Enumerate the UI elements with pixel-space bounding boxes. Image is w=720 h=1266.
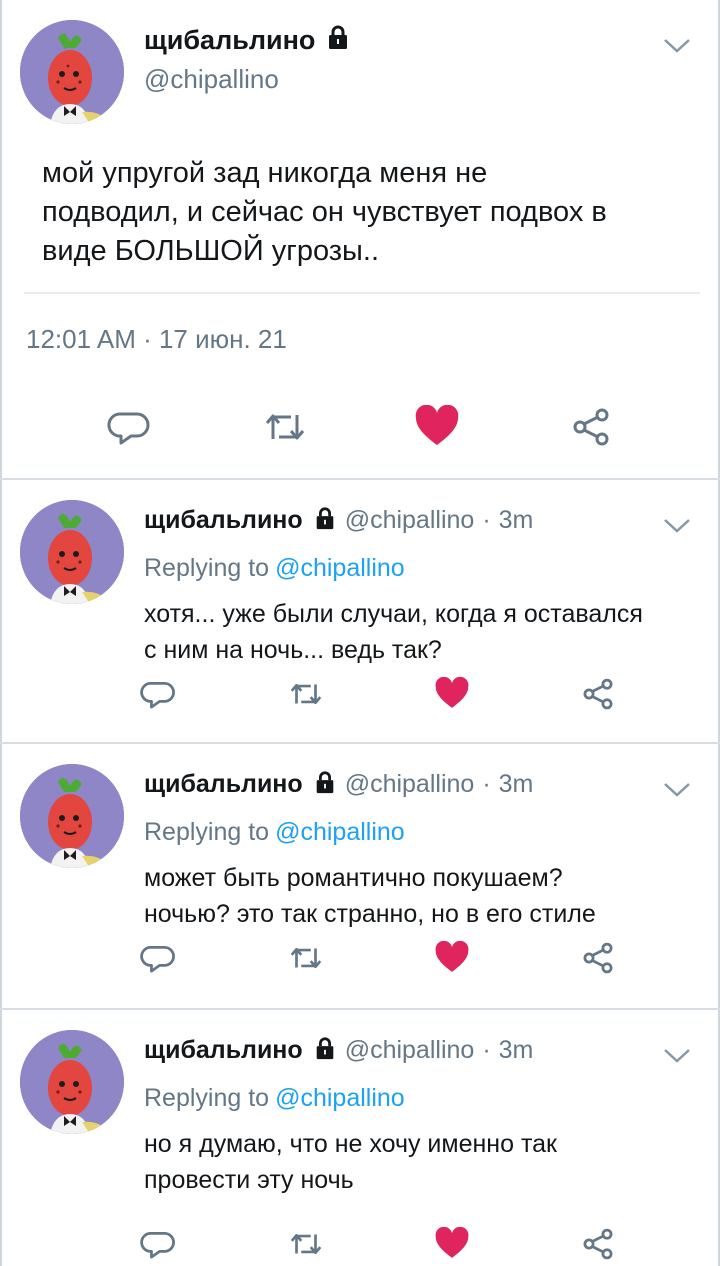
chevron-down-icon[interactable] bbox=[662, 1046, 692, 1066]
replying-to: Replying to @chipallino bbox=[144, 818, 405, 847]
lock-icon bbox=[313, 770, 337, 799]
reply-icon bbox=[107, 412, 150, 445]
display-name[interactable]: щибальлино bbox=[144, 25, 315, 56]
retweet-icon bbox=[290, 683, 322, 705]
display-name[interactable]: щибальлино bbox=[144, 770, 303, 799]
reply-header: щибальлино @chipallino · 3m bbox=[144, 506, 533, 535]
reply-header: щибальлино @chipallino · 3m bbox=[144, 770, 533, 799]
reply-tweet[interactable]: щибальлино @chipallino · 3m Replying to @… bbox=[0, 480, 720, 744]
mention-link[interactable]: @chipallino bbox=[275, 1084, 405, 1112]
reply-time[interactable]: 3m bbox=[499, 1036, 534, 1065]
avatar-onion-character-image bbox=[20, 764, 124, 868]
like-button[interactable] bbox=[432, 938, 472, 978]
user-handle[interactable]: @chipallino bbox=[345, 770, 475, 799]
chevron-down-icon[interactable] bbox=[662, 36, 692, 56]
share-button[interactable] bbox=[578, 1224, 618, 1264]
tweet-text: мой упругой зад никогда меня не подводил… bbox=[42, 157, 607, 267]
user-handle[interactable]: @chipallino bbox=[144, 64, 279, 95]
reply-button[interactable] bbox=[138, 1224, 178, 1264]
reply-tweet[interactable]: щибальлино @chipallino · 3m Replying to @… bbox=[0, 744, 720, 1010]
replying-prefix: Replying to bbox=[144, 1084, 270, 1112]
replying-to: Replying to @chipallino bbox=[144, 554, 405, 583]
share-icon bbox=[583, 942, 613, 974]
heart-icon bbox=[435, 677, 469, 708]
divider bbox=[24, 292, 700, 294]
reply-tweet[interactable]: щибальлино @chipallino · 3m Replying to @… bbox=[0, 1010, 720, 1266]
reply-icon bbox=[140, 945, 175, 973]
retweet-icon bbox=[265, 414, 305, 440]
heart-icon bbox=[415, 405, 459, 445]
user-handle[interactable]: @chipallino bbox=[345, 1036, 475, 1065]
reply-header: щибальлино @chipallino · 3m bbox=[144, 1036, 533, 1065]
tweet-text: но я думаю, что не хочу именно так прове… bbox=[144, 1130, 557, 1194]
heart-icon bbox=[435, 1227, 469, 1258]
replying-prefix: Replying to bbox=[144, 818, 270, 846]
retweet-icon bbox=[290, 1233, 322, 1255]
share-button[interactable] bbox=[566, 402, 616, 452]
avatar[interactable] bbox=[20, 764, 124, 868]
avatar[interactable] bbox=[20, 20, 124, 124]
separator-dot: · bbox=[482, 1036, 491, 1064]
avatar-onion-character-image bbox=[20, 500, 124, 604]
retweet-button[interactable] bbox=[286, 674, 326, 714]
mention-link[interactable]: @chipallino bbox=[275, 554, 405, 582]
display-name[interactable]: щибальлино bbox=[144, 1036, 303, 1065]
avatar-onion-character-image bbox=[20, 20, 124, 124]
display-name-row[interactable]: щибальлино bbox=[144, 24, 351, 57]
share-button[interactable] bbox=[578, 938, 618, 978]
replying-to: Replying to @chipallino bbox=[144, 1084, 405, 1113]
reply-button[interactable] bbox=[138, 674, 178, 714]
like-button[interactable] bbox=[432, 674, 472, 714]
retweet-button[interactable] bbox=[286, 938, 326, 978]
retweet-icon bbox=[290, 947, 322, 969]
lock-icon bbox=[313, 506, 337, 535]
reply-icon bbox=[140, 1231, 175, 1259]
retweet-button[interactable] bbox=[260, 402, 310, 452]
avatar-onion-character-image bbox=[20, 1030, 124, 1134]
replying-prefix: Replying to bbox=[144, 554, 270, 582]
reply-button[interactable] bbox=[138, 938, 178, 978]
lock-icon bbox=[313, 1036, 337, 1065]
share-button[interactable] bbox=[578, 674, 618, 714]
tweet-text: может быть романтично покушаем? ночью? э… bbox=[144, 864, 596, 928]
chevron-down-icon[interactable] bbox=[662, 780, 692, 800]
separator-dot: · bbox=[482, 770, 491, 798]
lock-icon bbox=[325, 24, 351, 57]
avatar[interactable] bbox=[20, 500, 124, 604]
share-icon bbox=[583, 678, 613, 710]
reply-button[interactable] bbox=[104, 402, 154, 452]
mention-link[interactable]: @chipallino bbox=[275, 818, 405, 846]
reply-time[interactable]: 3m bbox=[499, 506, 534, 535]
avatar[interactable] bbox=[20, 1030, 124, 1134]
like-button[interactable] bbox=[432, 1224, 472, 1264]
reply-time[interactable]: 3m bbox=[499, 770, 534, 799]
reply-icon bbox=[140, 681, 175, 709]
share-icon bbox=[583, 1228, 613, 1260]
retweet-button[interactable] bbox=[286, 1224, 326, 1264]
display-name[interactable]: щибальлино bbox=[144, 506, 303, 535]
like-button[interactable] bbox=[412, 402, 462, 452]
separator-dot: · bbox=[482, 506, 491, 534]
tweet-timestamp[interactable]: 12:01 AM · 17 июн. 21 bbox=[26, 324, 287, 355]
chevron-down-icon[interactable] bbox=[662, 516, 692, 536]
tweet-text: хотя... уже были случаи, когда я оставал… bbox=[144, 600, 643, 664]
heart-icon bbox=[435, 941, 469, 972]
user-handle[interactable]: @chipallino bbox=[345, 506, 475, 535]
share-icon bbox=[573, 408, 609, 446]
main-tweet: щибальлино @chipallino мой упругой зад н… bbox=[0, 0, 720, 480]
